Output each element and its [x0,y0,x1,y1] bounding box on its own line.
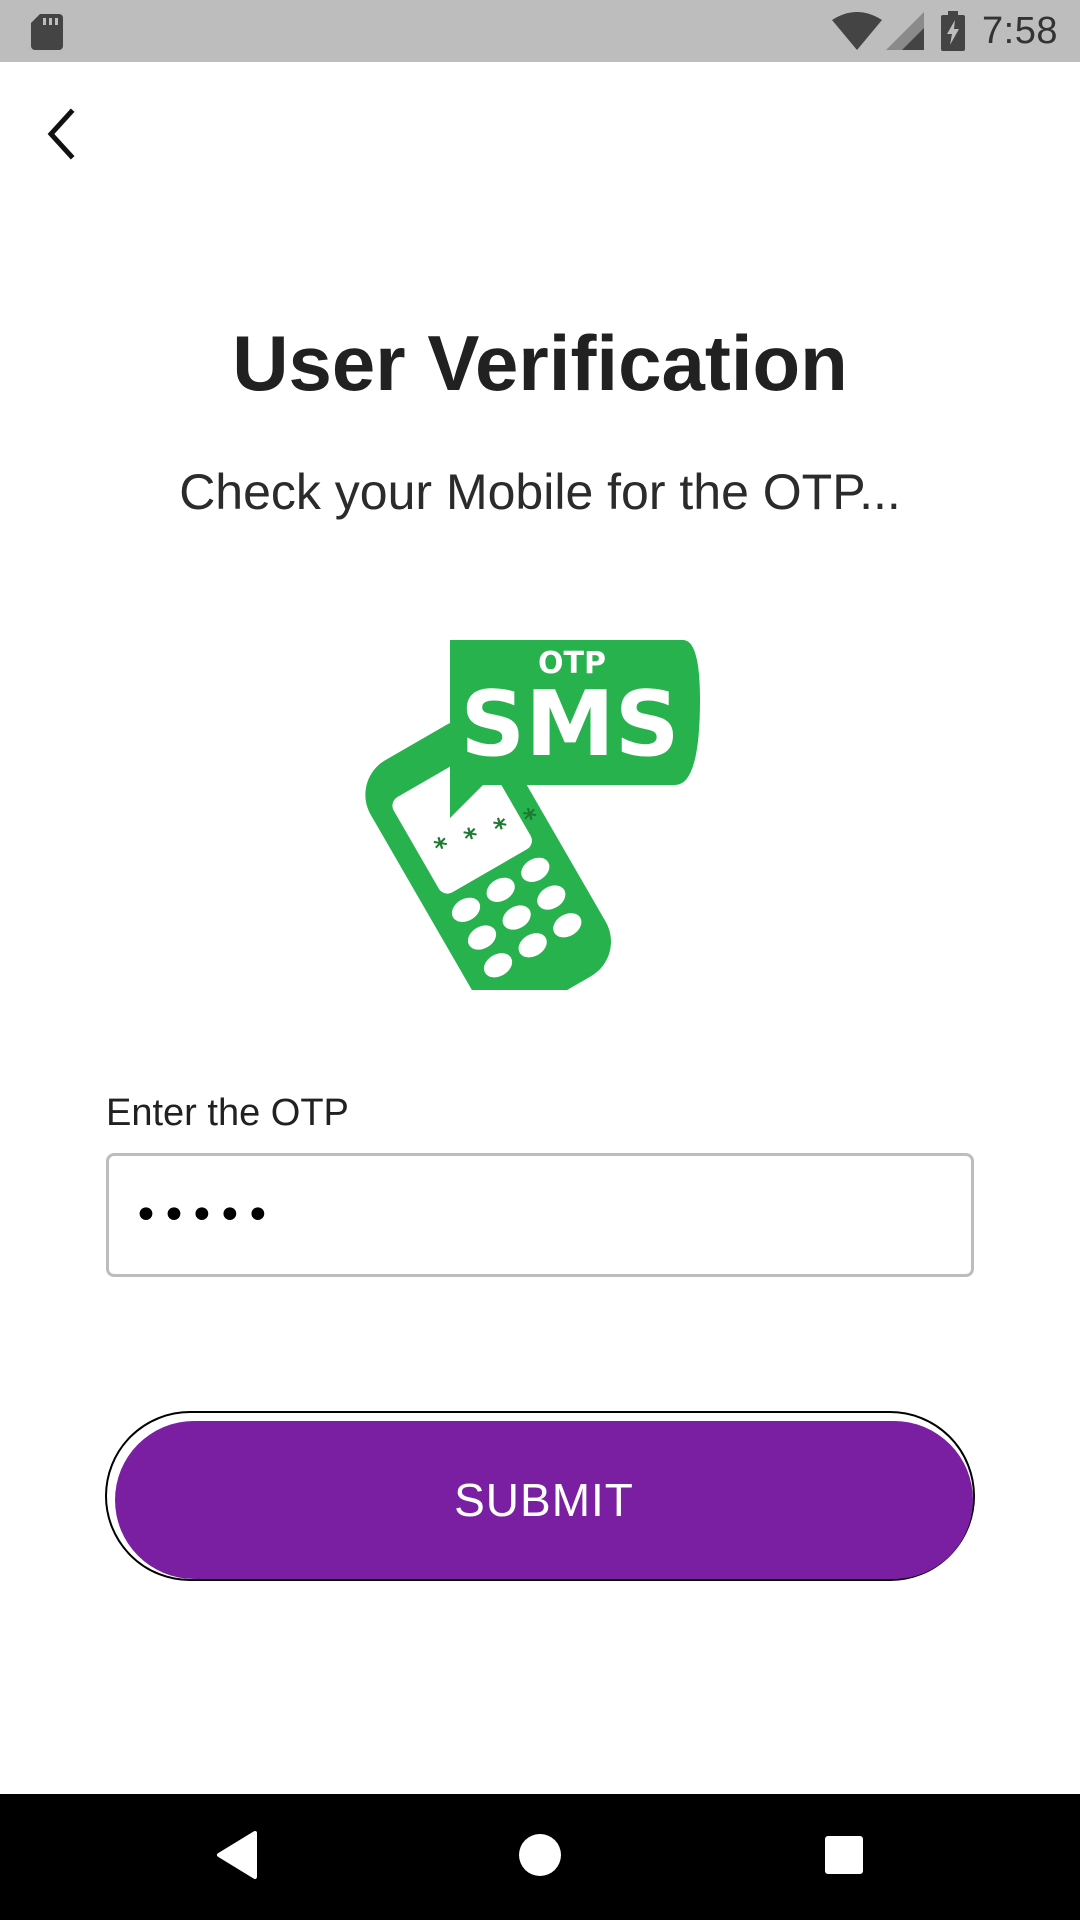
nav-recents-icon [824,1835,864,1880]
nav-recents-button[interactable] [784,1794,904,1920]
nav-back-icon [215,1830,259,1885]
wifi-icon [832,12,883,50]
nav-home-icon [518,1833,562,1882]
back-button[interactable] [26,96,96,176]
battery-charging-icon [940,11,966,51]
nav-back-button[interactable] [177,1794,297,1920]
sd-card-icon [30,13,64,56]
cell-signal-icon [886,12,926,50]
submit-button[interactable]: SUBMIT [115,1421,973,1579]
page-subtitle: Check your Mobile for the OTP... [179,464,901,520]
nav-home-button[interactable] [480,1794,600,1920]
bubble-large-text: SMS [460,672,679,777]
otp-sms-illustration: OTP SMS * * * * [355,640,715,990]
status-time: 7:58 [982,9,1058,52]
otp-label: Enter the OTP [106,1092,349,1134]
status-bar: 7:58 [0,0,1080,62]
page-title: User Verification [232,319,848,407]
otp-input[interactable] [106,1153,974,1277]
system-nav-bar [0,1794,1080,1920]
status-icons: 7:58 [832,0,1058,62]
chevron-left-icon [43,107,79,165]
otp-verification-screen: 7:58 User Verification Check your Mobile… [0,0,1080,1920]
